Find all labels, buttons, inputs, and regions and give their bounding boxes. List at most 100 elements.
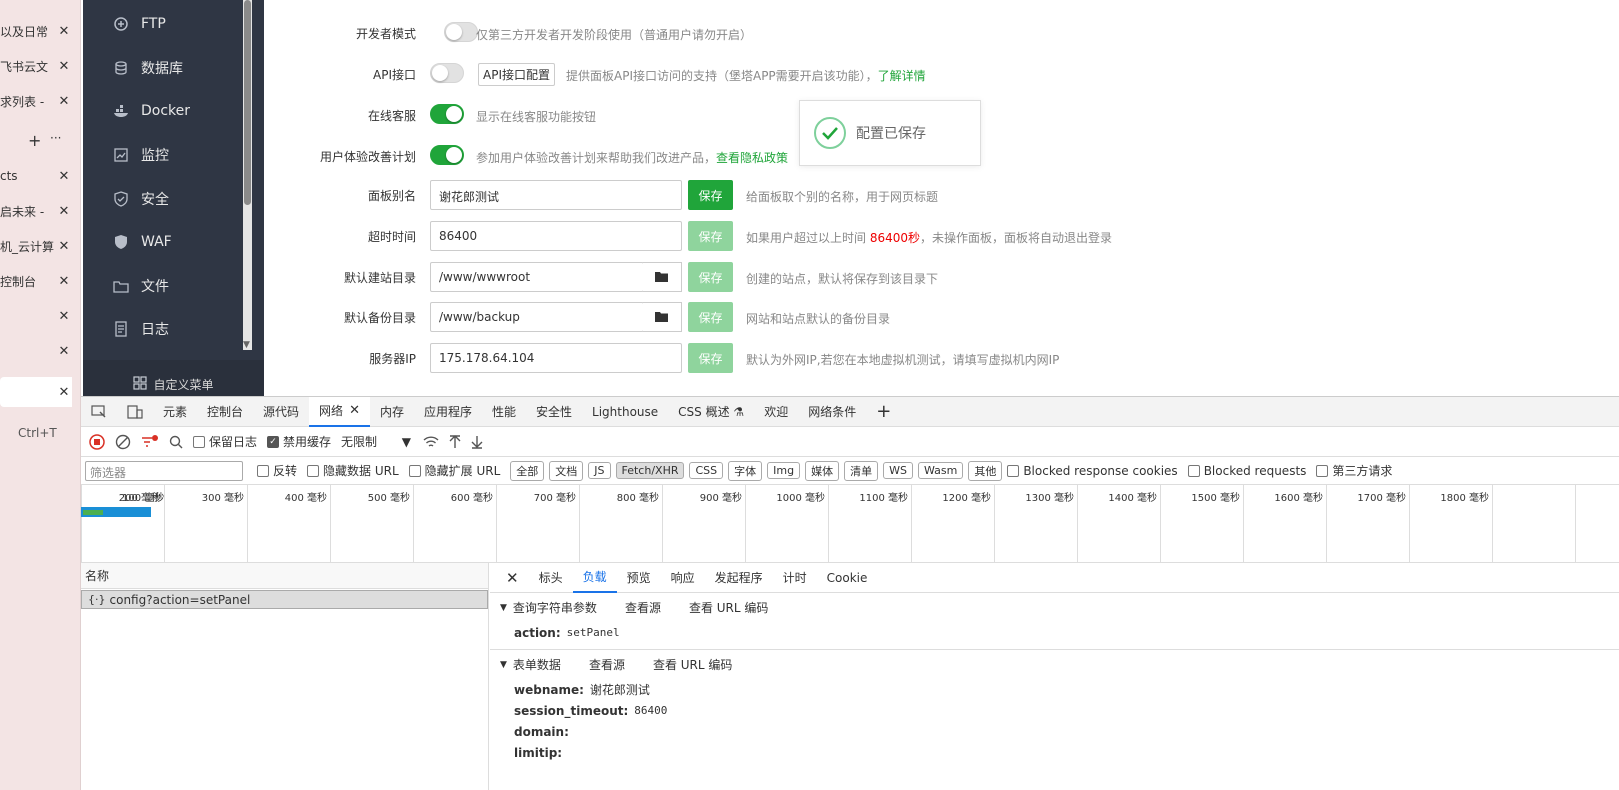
- section-header[interactable]: ▼ 表单数据 查看源 查看 URL 编码: [500, 656, 1609, 673]
- devtools-tab-elements[interactable]: 元素: [153, 397, 197, 427]
- save-button[interactable]: 保存: [688, 221, 733, 251]
- filter-type-font[interactable]: 字体: [728, 460, 763, 481]
- sidebar-scrollbar[interactable]: ▼: [243, 0, 252, 350]
- save-button[interactable]: 保存: [688, 302, 733, 332]
- expand-triangle-icon[interactable]: ▼: [500, 603, 507, 613]
- devtools-tab-network-conditions[interactable]: 网络条件: [798, 397, 866, 427]
- site-dir-input[interactable]: /www/wwwroot: [430, 262, 644, 292]
- filter-type-all[interactable]: 全部: [510, 460, 545, 481]
- sidebar-item-database[interactable]: 数据库: [83, 46, 243, 90]
- ux-plan-toggle[interactable]: [430, 145, 464, 165]
- devtools-tab-lighthouse[interactable]: Lighthouse: [582, 397, 668, 427]
- folder-open-icon[interactable]: [643, 262, 682, 292]
- browser-tab[interactable]: ✕: [0, 336, 72, 366]
- close-icon[interactable]: ✕: [56, 204, 72, 219]
- search-icon[interactable]: [169, 435, 183, 449]
- request-list-header[interactable]: 名称: [81, 563, 488, 589]
- dev-mode-toggle[interactable]: [444, 22, 478, 42]
- sidebar-item-monitor[interactable]: 监控: [83, 133, 243, 177]
- record-stop-icon[interactable]: [89, 433, 105, 450]
- third-party-checkbox[interactable]: 第三方请求: [1316, 462, 1392, 479]
- close-icon[interactable]: ✕: [56, 239, 72, 254]
- checkbox[interactable]: [257, 464, 269, 477]
- devtools-tab-sources[interactable]: 源代码: [253, 397, 309, 427]
- sidebar-item-security[interactable]: 安全: [83, 177, 243, 221]
- browser-tab-active[interactable]: ✕: [0, 377, 72, 407]
- devtools-tab-application[interactable]: 应用程序: [414, 397, 482, 427]
- request-row[interactable]: {·} config?action=setPanel: [81, 590, 488, 609]
- devtools-tab-security[interactable]: 安全性: [526, 397, 582, 427]
- blocked-cookies-checkbox[interactable]: Blocked response cookies: [1007, 464, 1178, 478]
- sidebar-item-files[interactable]: 文件: [83, 264, 243, 308]
- section-header[interactable]: ▼ 查询字符串参数 查看源 查看 URL 编码: [500, 599, 1609, 616]
- inspect-icon[interactable]: [81, 397, 117, 427]
- checkbox[interactable]: [1316, 464, 1329, 477]
- hide-data-url-checkbox[interactable]: 隐藏数据 URL: [307, 462, 399, 479]
- view-url-encoded-button[interactable]: 查看 URL 编码: [653, 656, 732, 673]
- close-icon[interactable]: ✕: [56, 24, 72, 39]
- checkbox[interactable]: [193, 435, 205, 448]
- checkbox[interactable]: [1187, 464, 1200, 477]
- save-button[interactable]: 保存: [688, 343, 733, 373]
- invert-checkbox[interactable]: 反转: [257, 462, 297, 479]
- devtools-tab-memory[interactable]: 内存: [370, 397, 414, 427]
- folder-open-icon[interactable]: [643, 302, 682, 332]
- upload-icon[interactable]: [449, 434, 461, 449]
- devtools-tab-performance[interactable]: 性能: [482, 397, 526, 427]
- save-button[interactable]: 保存: [688, 262, 733, 292]
- throttle-select[interactable]: 无限制 ▼: [341, 433, 411, 450]
- checkbox[interactable]: [408, 464, 421, 477]
- close-icon[interactable]: ✕: [56, 344, 72, 359]
- close-icon[interactable]: ✕: [349, 403, 360, 418]
- browser-tab[interactable]: ✕: [0, 301, 72, 331]
- filter-type-fetch-xhr[interactable]: Fetch/XHR: [615, 462, 685, 479]
- sidebar-item-waf[interactable]: WAF: [83, 220, 243, 264]
- filter-type-wasm[interactable]: Wasm: [917, 462, 964, 479]
- download-icon[interactable]: [471, 435, 483, 449]
- view-source-button[interactable]: 查看源: [625, 599, 661, 616]
- devtools-tab-welcome[interactable]: 欢迎: [754, 397, 798, 427]
- filter-type-js[interactable]: JS: [588, 462, 611, 479]
- filter-icon[interactable]: [141, 434, 159, 450]
- api-learn-more-link[interactable]: 了解详情: [878, 69, 926, 83]
- clear-icon[interactable]: [115, 434, 131, 450]
- filter-type-css[interactable]: CSS: [689, 462, 724, 479]
- devtools-tab-console[interactable]: 控制台: [197, 397, 253, 427]
- backup-dir-input[interactable]: /www/backup: [430, 302, 644, 332]
- privacy-policy-link[interactable]: 查看隐私政策: [716, 151, 788, 165]
- device-toggle-icon[interactable]: [117, 397, 153, 427]
- devtools-tab-css-overview[interactable]: CSS 概述 ⚗: [668, 397, 754, 427]
- api-toggle[interactable]: [430, 63, 464, 83]
- expand-triangle-icon[interactable]: ▼: [500, 660, 507, 670]
- detail-tab-response[interactable]: 响应: [661, 563, 705, 593]
- blocked-requests-checkbox[interactable]: Blocked requests: [1187, 464, 1306, 478]
- view-source-button[interactable]: 查看源: [589, 656, 625, 673]
- scroll-down-icon[interactable]: ▼: [243, 340, 250, 350]
- filter-type-img[interactable]: Img: [767, 462, 801, 479]
- detail-tab-payload[interactable]: 负载: [572, 563, 617, 593]
- panel-alias-input[interactable]: 谢花郎测试: [430, 180, 682, 210]
- close-icon[interactable]: ✕: [56, 169, 72, 184]
- save-button[interactable]: 保存: [688, 180, 733, 210]
- new-tab-button[interactable]: +: [28, 131, 41, 150]
- server-ip-input[interactable]: 175.178.64.104: [430, 343, 682, 373]
- sidebar-item-docker[interactable]: Docker: [83, 89, 243, 133]
- checkbox[interactable]: [307, 464, 320, 477]
- wifi-settings-icon[interactable]: [423, 435, 439, 449]
- timeout-input[interactable]: 86400: [430, 221, 682, 251]
- sidebar-item-ftp[interactable]: FTP: [83, 2, 243, 46]
- close-icon[interactable]: ✕: [56, 59, 72, 74]
- close-icon[interactable]: ✕: [56, 274, 72, 289]
- browser-tab[interactable]: cts ✕: [0, 161, 72, 191]
- hide-ext-url-checkbox[interactable]: 隐藏扩展 URL: [408, 462, 500, 479]
- detail-tab-timing[interactable]: 计时: [773, 563, 817, 593]
- devtools-tab-network[interactable]: 网络 ✕: [309, 396, 370, 427]
- sidebar-item-logs[interactable]: 日志: [83, 307, 243, 351]
- online-service-toggle[interactable]: [430, 104, 464, 124]
- filter-type-ws[interactable]: WS: [883, 462, 913, 479]
- browser-tab[interactable]: 飞书云文 ✕: [0, 51, 72, 81]
- filter-type-doc[interactable]: 文档: [549, 460, 584, 481]
- network-overview[interactable]: 100 毫秒 200 毫秒 300 毫秒 400 毫秒 500 毫秒 600 毫…: [81, 485, 1619, 563]
- filter-type-other[interactable]: 其他: [968, 460, 1003, 481]
- browser-tab[interactable]: 以及日常 ✕: [0, 16, 72, 46]
